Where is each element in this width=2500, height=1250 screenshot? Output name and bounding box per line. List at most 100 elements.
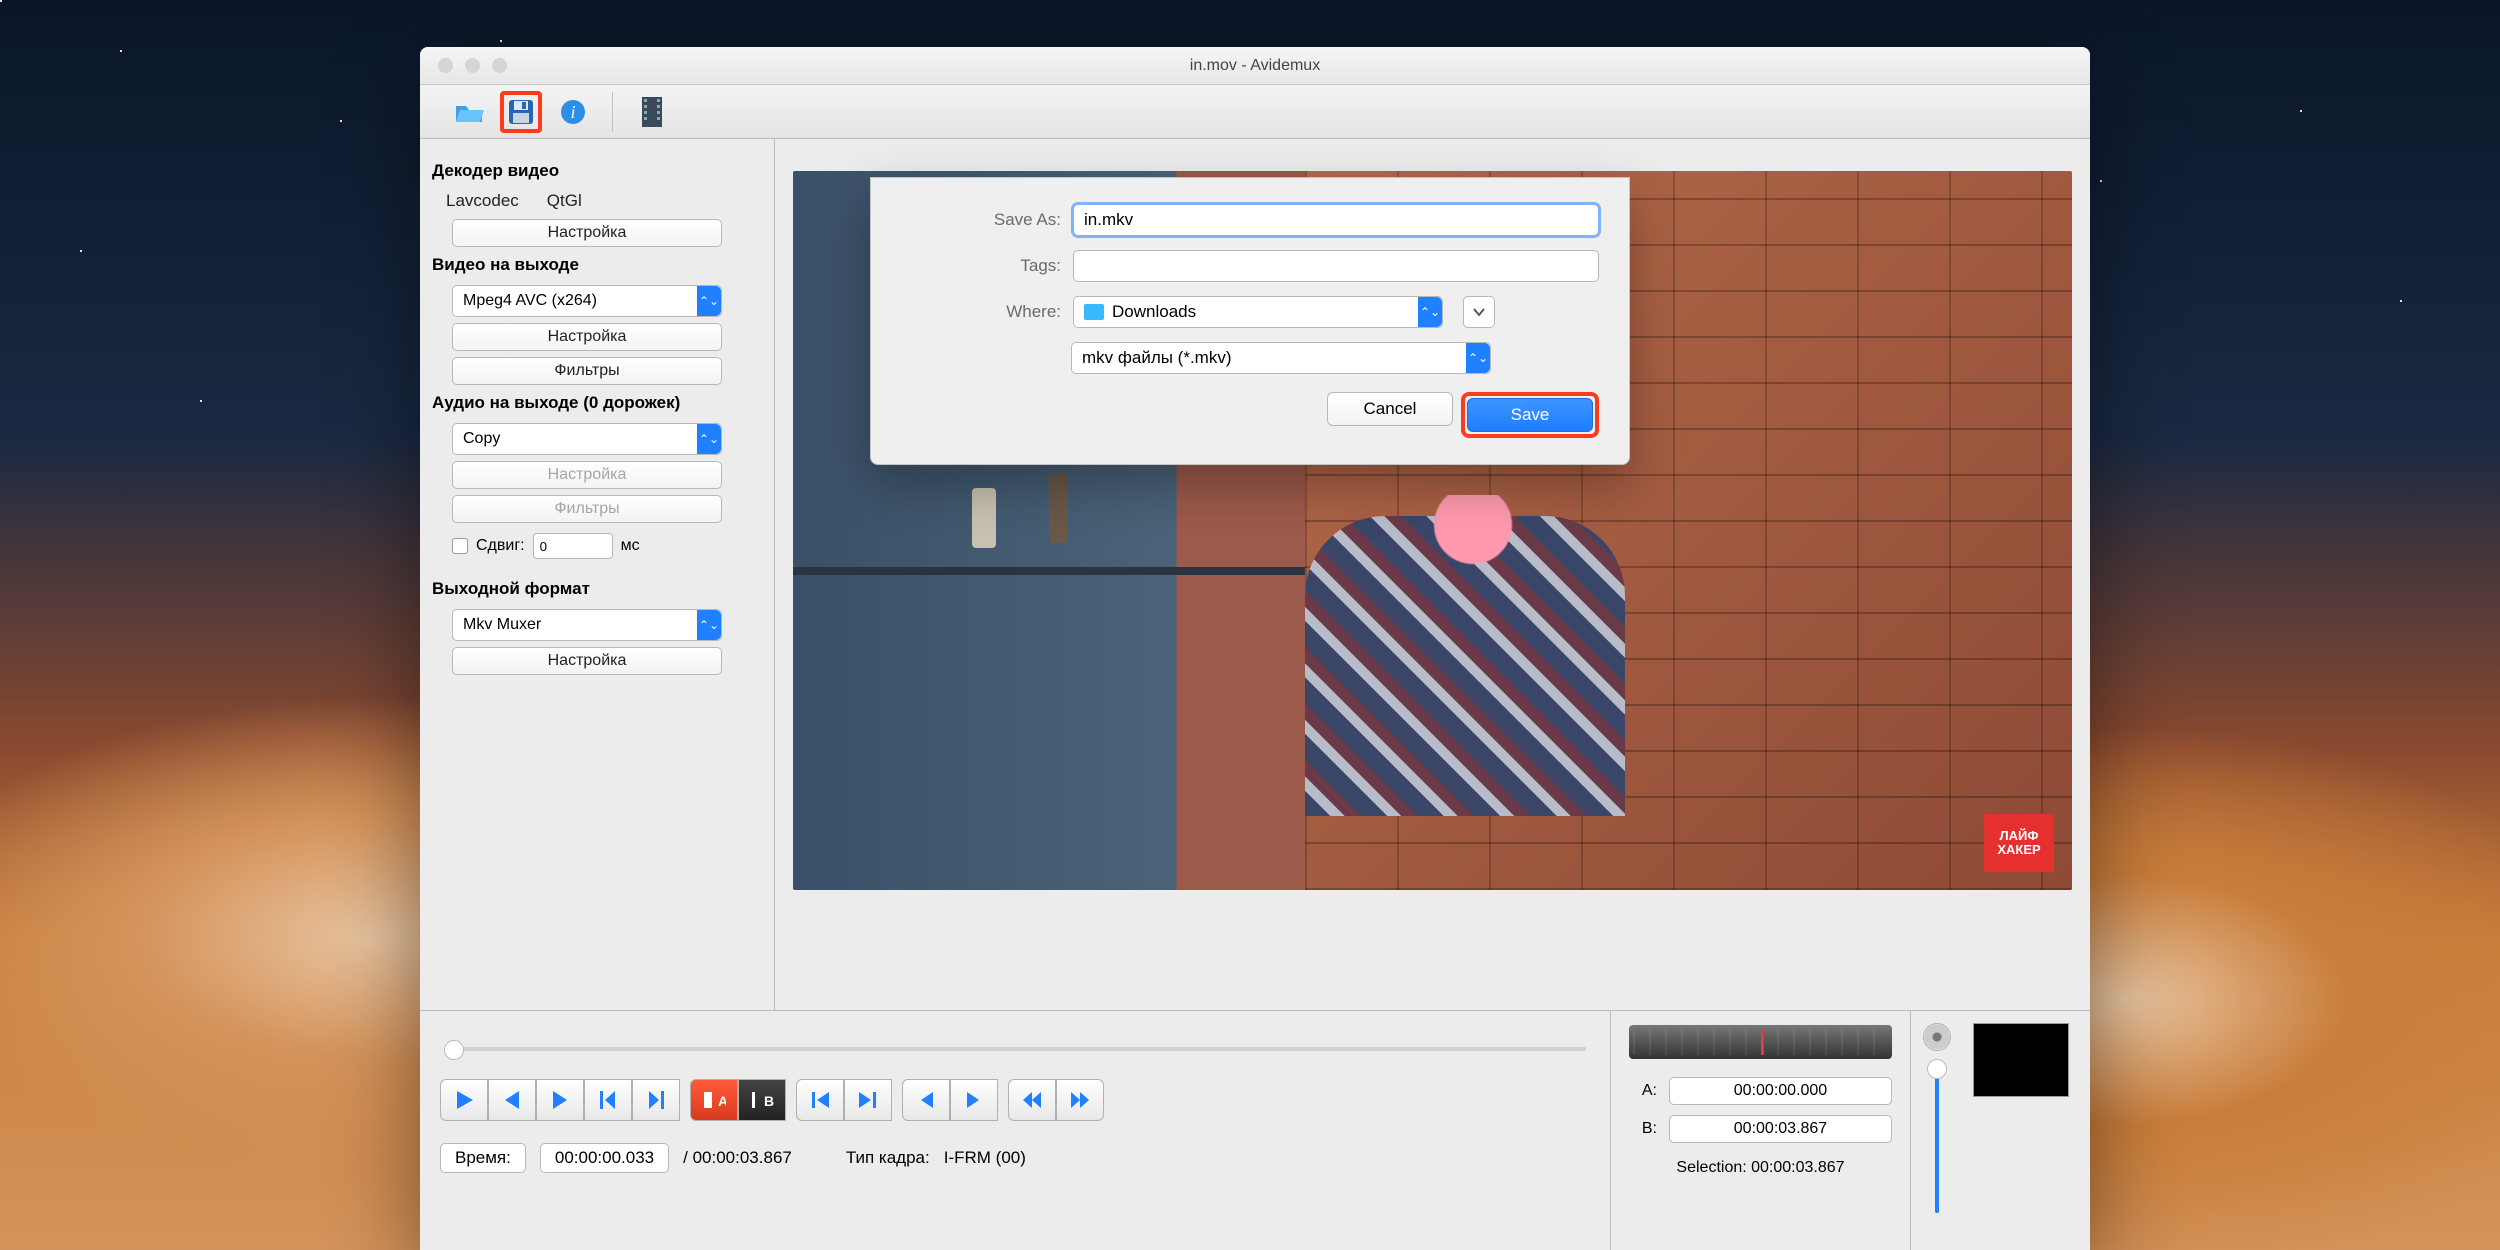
video-decoder-heading: Декодер видео [432, 161, 762, 181]
goto-start-icon [809, 1089, 831, 1111]
open-file-button[interactable] [448, 91, 490, 133]
film-strip-icon [640, 97, 664, 127]
sidebar: Декодер видео Lavcodec QtGl Настройка Ви… [420, 139, 775, 1010]
video-bg-shelf [793, 567, 1305, 575]
expand-dialog-button[interactable] [1463, 296, 1495, 328]
arrow-right-icon [549, 1089, 571, 1111]
video-decoder-settings-button[interactable]: Настройка [452, 219, 722, 247]
marker-a-value: 00:00:00.000 [1669, 1077, 1892, 1105]
prev-cut-icon [915, 1089, 937, 1111]
where-dropdown[interactable]: Downloads ⌃⌄ [1073, 296, 1443, 328]
audio-shift-input[interactable] [533, 533, 613, 559]
prev-frame-button[interactable] [488, 1079, 536, 1121]
timeline-slider[interactable] [444, 1037, 1586, 1061]
time-label: Время: [440, 1143, 526, 1173]
video-watermark-badge: ЛАЙФ ХАКЕР [1984, 814, 2054, 872]
save-dialog: Save As: Tags: Where: Downloads ⌃⌄ mkv ф… [870, 177, 1630, 465]
video-output-settings-button[interactable]: Настройка [452, 323, 722, 351]
dropdown-arrows-icon: ⌃⌄ [697, 610, 721, 640]
marker-a-label: A: [1629, 1082, 1657, 1100]
set-marker-a-button[interactable]: A [690, 1079, 738, 1121]
play-button[interactable] [440, 1079, 488, 1121]
set-marker-b-button[interactable]: B [738, 1079, 786, 1121]
marker-a-icon: A [702, 1089, 726, 1111]
audio-mode-value: Copy [463, 430, 500, 448]
save-button-highlight: Save [1461, 392, 1599, 438]
window-title: in.mov - Avidemux [420, 57, 2090, 75]
audio-shift-checkbox[interactable] [452, 538, 468, 554]
goto-end-icon [857, 1089, 879, 1111]
svg-text:A: A [718, 1093, 726, 1109]
goto-marker-b-button[interactable] [950, 1079, 998, 1121]
dropdown-arrows-icon: ⌃⌄ [697, 424, 721, 454]
goto-end-button[interactable] [844, 1079, 892, 1121]
svg-text:i: i [570, 102, 575, 122]
info-icon: i [559, 98, 587, 126]
muxer-dropdown[interactable]: Mkv Muxer ⌃⌄ [452, 609, 722, 641]
main-window: in.mov - Avidemux i Декодер видео Lavcod… [420, 47, 2090, 1250]
speaker-icon[interactable] [1923, 1023, 1951, 1051]
next-frame-button[interactable] [536, 1079, 584, 1121]
video-bg-jar2 [1049, 473, 1067, 543]
dropdown-arrows-icon: ⌃⌄ [1466, 343, 1490, 373]
audio-output-settings-button: Настройка [452, 461, 722, 489]
save-button[interactable]: Save [1467, 398, 1593, 432]
open-folder-icon [454, 100, 484, 124]
info-button[interactable]: i [552, 91, 594, 133]
bottom-panel: A B Время: 00:00:00.033 / 00:00:03.867 Т… [420, 1010, 2090, 1250]
audio-shift-label: Сдвиг: [476, 537, 525, 555]
timeline-thumb[interactable] [444, 1040, 464, 1060]
video-codec-dropdown[interactable]: Mpeg4 AVC (x264) ⌃⌄ [452, 285, 722, 317]
time-row: Время: 00:00:00.033 / 00:00:03.867 Тип к… [440, 1143, 1590, 1173]
thumbnail-preview [1973, 1023, 2069, 1097]
video-output-filters-button[interactable]: Фильтры [452, 357, 722, 385]
muxer-value: Mkv Muxer [463, 616, 541, 634]
time-current[interactable]: 00:00:00.033 [540, 1143, 669, 1173]
fast-forward-icon [1069, 1089, 1091, 1111]
video-codec-value: Mpeg4 AVC (x264) [463, 292, 597, 310]
skip-forward-icon [645, 1089, 667, 1111]
next-black-frame-button[interactable] [1056, 1079, 1104, 1121]
prev-keyframe-button[interactable] [584, 1079, 632, 1121]
output-format-heading: Выходной формат [432, 579, 762, 599]
svg-text:B: B [764, 1093, 774, 1109]
save-as-input[interactable] [1073, 204, 1599, 236]
dropdown-arrows-icon: ⌃⌄ [1418, 297, 1442, 327]
video-decoder-codecs: Lavcodec QtGl [432, 191, 762, 211]
film-strip-button[interactable] [631, 91, 673, 133]
audio-output-heading: Аудио на выходе (0 дорожек) [432, 393, 762, 413]
video-output-heading: Видео на выходе [432, 255, 762, 275]
prev-black-frame-button[interactable] [1008, 1079, 1056, 1121]
save-as-label: Save As: [901, 210, 1061, 230]
selection-value: 00:00:03.867 [1751, 1159, 1844, 1176]
tags-input[interactable] [1073, 250, 1599, 282]
video-person-hand [1433, 495, 1513, 595]
audio-shift-row: Сдвиг: мс [452, 533, 762, 559]
play-icon [453, 1089, 475, 1111]
filetype-dropdown[interactable]: mkv файлы (*.mkv) ⌃⌄ [1071, 342, 1491, 374]
audio-output-filters-button: Фильтры [452, 495, 722, 523]
jog-wheel[interactable] [1629, 1025, 1892, 1059]
rewind-icon [1021, 1089, 1043, 1111]
marker-b-value: 00:00:03.867 [1669, 1115, 1892, 1143]
audio-shift-unit: мс [621, 537, 640, 555]
timeline-track [444, 1047, 1586, 1051]
frame-type-label: Тип кадра: [846, 1148, 930, 1168]
goto-marker-a-button[interactable] [902, 1079, 950, 1121]
toolbar-divider [612, 92, 613, 132]
where-value: Downloads [1112, 302, 1196, 322]
folder-icon [1084, 304, 1104, 320]
save-file-button[interactable] [500, 91, 542, 133]
output-format-settings-button[interactable]: Настройка [452, 647, 722, 675]
marker-b-icon: B [750, 1089, 774, 1111]
cancel-button[interactable]: Cancel [1327, 392, 1453, 426]
chevron-down-icon [1472, 305, 1486, 319]
volume-thumb[interactable] [1927, 1059, 1947, 1079]
goto-start-button[interactable] [796, 1079, 844, 1121]
volume-slider[interactable] [1935, 1063, 1939, 1213]
tags-label: Tags: [901, 256, 1061, 276]
next-keyframe-button[interactable] [632, 1079, 680, 1121]
titlebar: in.mov - Avidemux [420, 47, 2090, 85]
video-bg-jar [972, 488, 996, 548]
audio-mode-dropdown[interactable]: Copy ⌃⌄ [452, 423, 722, 455]
